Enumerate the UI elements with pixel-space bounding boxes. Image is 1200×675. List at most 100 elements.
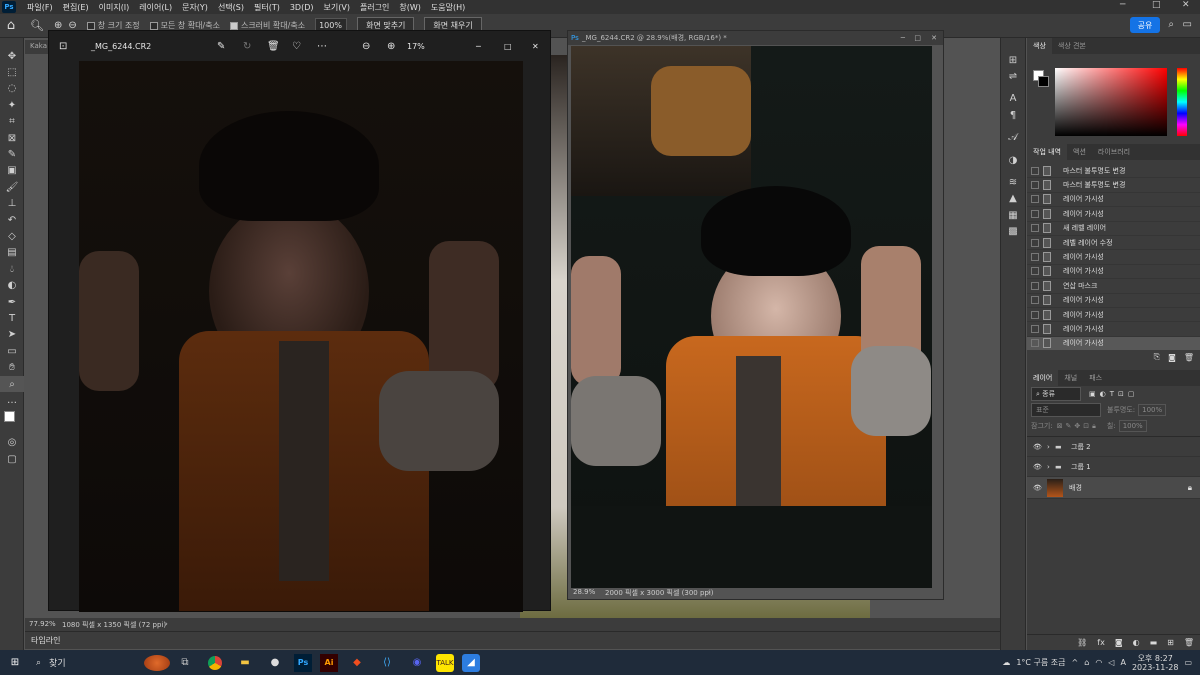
history-item[interactable]: 레이어 가시성 [1027, 250, 1200, 265]
zoom-tool-icon[interactable]: 🔍︎ [30, 19, 44, 32]
marquee-tool-icon[interactable]: ⬚ [0, 64, 24, 80]
swatches-icon[interactable]: ▦ [1001, 207, 1025, 223]
move-tool-icon[interactable]: ✥ [0, 48, 24, 64]
history-item[interactable]: 레이어 가시성 [1027, 193, 1200, 208]
history-item[interactable]: 레이어 가시성 [1027, 265, 1200, 280]
hue-slider[interactable] [1177, 68, 1187, 136]
pen-tool-icon[interactable]: ✒︎ [0, 294, 24, 310]
clock[interactable]: 오후 8:27 2023-11-28 [1132, 654, 1179, 672]
history-item[interactable]: 레벨 레이어 수정 [1027, 236, 1200, 251]
viewer-minimize-button[interactable]: ─ [476, 42, 481, 51]
vscode-icon[interactable]: ⟨⟩ [376, 652, 398, 674]
adjust-icon[interactable]: ⇌ [1001, 68, 1025, 84]
figma-icon[interactable]: ◆ [346, 652, 368, 674]
menu-layer[interactable]: 레이어(L) [134, 2, 177, 13]
tab-actions[interactable]: 액션 [1067, 144, 1092, 160]
photoshop-taskbar-icon[interactable]: Ps [294, 653, 312, 672]
history-item[interactable]: 레이어 가시성 [1027, 294, 1200, 308]
new-group-icon[interactable]: ▬ [1150, 638, 1158, 647]
styles-icon[interactable]: ◑ [1001, 152, 1025, 168]
rotate-icon[interactable]: ↻ [243, 41, 251, 52]
glyphs-icon[interactable]: 𝒜 [1001, 130, 1025, 146]
edit-icon[interactable]: ✎ [217, 41, 225, 52]
chevron-right-icon[interactable]: › [708, 588, 711, 596]
shape-tool-icon[interactable]: ▭ [0, 343, 24, 359]
menu-file[interactable]: 파일(F) [22, 2, 58, 13]
tab-history[interactable]: 작업 내역 [1027, 144, 1067, 160]
trash-icon[interactable]: 🗑︎ [1184, 638, 1194, 647]
background-color-swatch[interactable] [1038, 76, 1049, 87]
menu-window[interactable]: 창(W) [394, 2, 426, 13]
mask-icon[interactable]: ◙ [1115, 638, 1123, 647]
delete-icon[interactable]: 🗑︎ [267, 41, 280, 52]
layer-filter-icons[interactable]: ▣◐T⊡▢ [1089, 390, 1138, 398]
gallery-icon[interactable]: ⊡ [59, 41, 67, 52]
timeline-tab[interactable]: 타임라인 [31, 636, 60, 645]
fill-field[interactable]: 100% [1118, 420, 1147, 432]
history-item[interactable]: 마스터 불투명도 변경 [1027, 164, 1200, 179]
hand-tool-icon[interactable]: ✋︎ [0, 359, 24, 375]
color-picker-field[interactable] [1055, 68, 1167, 136]
zoom-out-icon[interactable]: ⊖ [362, 41, 370, 52]
chrome-icon[interactable] [204, 652, 226, 674]
task-view-icon[interactable]: ⧉ [174, 652, 196, 674]
visibility-eye-icon[interactable]: 👁︎ [1033, 443, 1042, 451]
windows-start-icon[interactable]: ⊞ [4, 652, 26, 674]
maximize-button[interactable]: □ [1152, 0, 1161, 10]
history-item[interactable]: 새 레벨 레이어 [1027, 222, 1200, 236]
notification-icon[interactable]: ▭ [1184, 658, 1192, 667]
tab-libraries[interactable]: 라이브러리 [1092, 144, 1136, 160]
adjustment-layer-icon[interactable]: ◐ [1133, 638, 1140, 647]
snapshot-icon[interactable]: ⎘ [1154, 352, 1160, 362]
layer-row-background[interactable]: 👁︎ 배경 🔒︎ [1027, 477, 1200, 499]
color-swatches[interactable] [0, 409, 23, 435]
doc-close-button[interactable]: ✕ [931, 34, 937, 42]
more-options-icon[interactable]: ⋯ [317, 41, 327, 52]
fx-icon[interactable]: fx [1097, 638, 1105, 647]
chevron-right-icon[interactable]: › [1047, 443, 1050, 451]
blend-mode-select[interactable]: 표준 [1031, 403, 1101, 417]
histogram-icon[interactable]: ▲ [1001, 191, 1025, 207]
tab-color[interactable]: 색상 [1027, 38, 1052, 54]
workspace-icon[interactable]: ▭ [1183, 19, 1192, 30]
viewer-close-button[interactable]: ✕ [532, 42, 539, 51]
visibility-eye-icon[interactable]: 👁︎ [1033, 463, 1042, 471]
share-button[interactable]: 공유 [1130, 17, 1160, 33]
blur-tool-icon[interactable]: 💧︎ [0, 261, 24, 277]
close-button[interactable]: ✕ [1182, 0, 1190, 10]
tab-paths[interactable]: 패스 [1083, 370, 1108, 386]
history-item[interactable]: 연삽 마스크 [1027, 279, 1200, 294]
camera-icon[interactable]: ◙ [1168, 353, 1176, 362]
more-tools-icon[interactable]: … [0, 392, 24, 408]
layer-row-group-2[interactable]: 👁︎ › ▬ 그룹 2 [1027, 437, 1200, 457]
weather-text[interactable]: 1°C 구름 조금 [1016, 657, 1065, 668]
character-icon[interactable]: A [1001, 91, 1025, 107]
illustrator-taskbar-icon[interactable]: Ai [320, 653, 338, 672]
history-item[interactable]: 레이어 가시성 [1027, 207, 1200, 222]
kakaotalk-icon[interactable]: TALK [436, 653, 454, 672]
network-icon[interactable]: ⌂ [1084, 658, 1089, 667]
wifi-icon[interactable]: ◠ [1095, 658, 1102, 667]
eyedropper-icon[interactable]: ✎ [0, 146, 24, 162]
properties-icon[interactable]: ⊞ [1001, 52, 1025, 68]
history-item[interactable]: 레이어 가시성 [1027, 322, 1200, 337]
lasso-tool-icon[interactable]: ◌ [0, 81, 24, 97]
volume-icon[interactable]: ◁ [1108, 658, 1114, 667]
menu-edit[interactable]: 편집(E) [58, 2, 94, 13]
new-layer-icon[interactable]: ⊞ [1167, 638, 1174, 647]
type-tool-icon[interactable]: T [0, 310, 24, 326]
crop-tool-icon[interactable]: ⌗ [0, 114, 24, 130]
tab-layers[interactable]: 레이어 [1027, 370, 1059, 386]
chevron-right-icon[interactable]: › [1047, 463, 1050, 471]
doc-maximize-button[interactable]: □ [914, 34, 921, 42]
link-icon[interactable]: ⛓︎ [1077, 638, 1087, 647]
layer-row-group-1[interactable]: 👁︎ › ▬ 그룹 1 [1027, 457, 1200, 477]
path-select-icon[interactable]: ➤ [0, 327, 24, 343]
menu-plugins[interactable]: 플러그인 [355, 2, 394, 13]
magic-wand-icon[interactable]: ✦ [0, 97, 24, 113]
history-brush-icon[interactable]: ↶ [0, 212, 24, 228]
history-item[interactable]: 레이어 가시성 [1027, 308, 1200, 323]
tab-swatches[interactable]: 색상 견본 [1052, 38, 1092, 54]
lock-icons[interactable]: ⊠✎✥⊡🔒︎ [1057, 422, 1099, 431]
search-icon[interactable]: ⌕ [1168, 19, 1174, 30]
